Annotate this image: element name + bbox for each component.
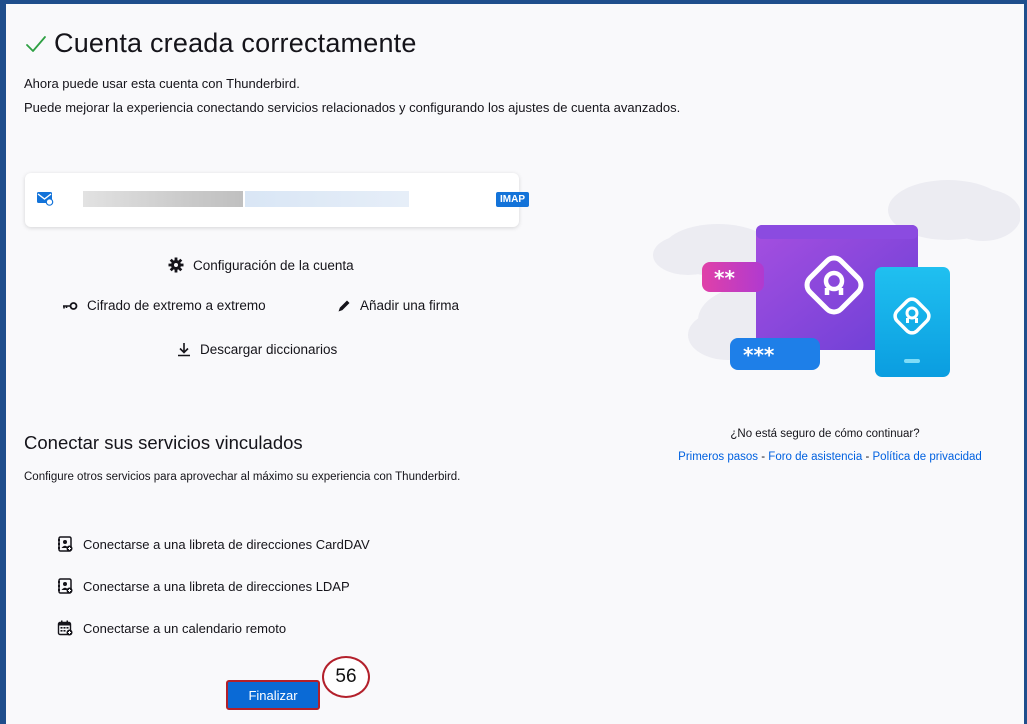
help-links: Primeros pasos - Foro de asistencia - Po… [630, 451, 1027, 463]
account-card: IMAP [25, 173, 529, 227]
connect-calendar-label: Conectarse a un calendario remoto [83, 620, 287, 636]
account-security-illustration: ** *** [653, 180, 1020, 377]
connect-carddav-link[interactable]: Conectarse a una libreta de direcciones … [57, 536, 370, 552]
help-separator: - [758, 451, 769, 463]
connect-carddav-label: Conectarse a una libreta de direcciones … [83, 536, 370, 552]
privacy-policy-link[interactable]: Política de privacidad [873, 451, 982, 463]
help-question: ¿No está seguro de cómo continuar? [730, 428, 920, 440]
finish-button[interactable]: Finalizar [226, 680, 320, 710]
pen-icon [338, 300, 350, 311]
add-signature-link[interactable]: Añadir una firma [337, 298, 459, 313]
intro-line-2: Puede mejorar la experiencia conectando … [24, 100, 681, 115]
support-forum-link[interactable]: Foro de asistencia [768, 451, 862, 463]
address-book-icon [58, 536, 73, 552]
linked-services-description: Configure otros servicios para aprovecha… [24, 471, 461, 483]
linked-services-title: Conectar sus servicios vinculados [24, 432, 303, 453]
intro-line-1: Ahora puede usar esta cuenta con Thunder… [24, 76, 300, 91]
page-title: Cuenta creada correctamente [54, 28, 417, 58]
download-icon [178, 343, 190, 357]
getting-started-link[interactable]: Primeros pasos [678, 451, 758, 463]
pink-pill-text: ** [714, 266, 735, 290]
blue-pill-text: *** [743, 343, 775, 367]
checkmark-icon [26, 35, 46, 52]
step-number-annotation: 56 [322, 656, 370, 698]
e2e-encryption-label: Cifrado de extremo a extremo [87, 298, 266, 313]
connect-ldap-label: Conectarse a una libreta de direcciones … [83, 578, 350, 594]
gear-icon [168, 257, 184, 273]
window-frame-top [0, 0, 1027, 4]
calendar-icon [57, 620, 73, 636]
account-name-redacted [83, 191, 243, 207]
page-header: Cuenta creada correctamente [24, 28, 417, 59]
connect-calendar-link[interactable]: Conectarse a un calendario remoto [57, 620, 286, 636]
download-dictionaries-link[interactable]: Descargar diccionarios [177, 342, 337, 357]
account-email-redacted [245, 191, 409, 207]
account-settings-label: Configuración de la cuenta [193, 257, 354, 273]
e2e-encryption-link[interactable]: Cifrado de extremo a extremo [62, 298, 266, 313]
add-signature-label: Añadir una firma [360, 298, 460, 313]
mail-account-icon [37, 192, 54, 206]
account-settings-link[interactable]: Configuración de la cuenta [168, 257, 354, 273]
connect-ldap-link[interactable]: Conectarse a una libreta de direcciones … [57, 578, 350, 594]
protocol-badge: IMAP [496, 192, 529, 207]
address-book-icon [58, 578, 73, 594]
window-frame-left [0, 0, 6, 724]
help-separator: - [862, 451, 873, 463]
key-icon [63, 301, 78, 310]
download-dictionaries-label: Descargar diccionarios [200, 342, 338, 357]
